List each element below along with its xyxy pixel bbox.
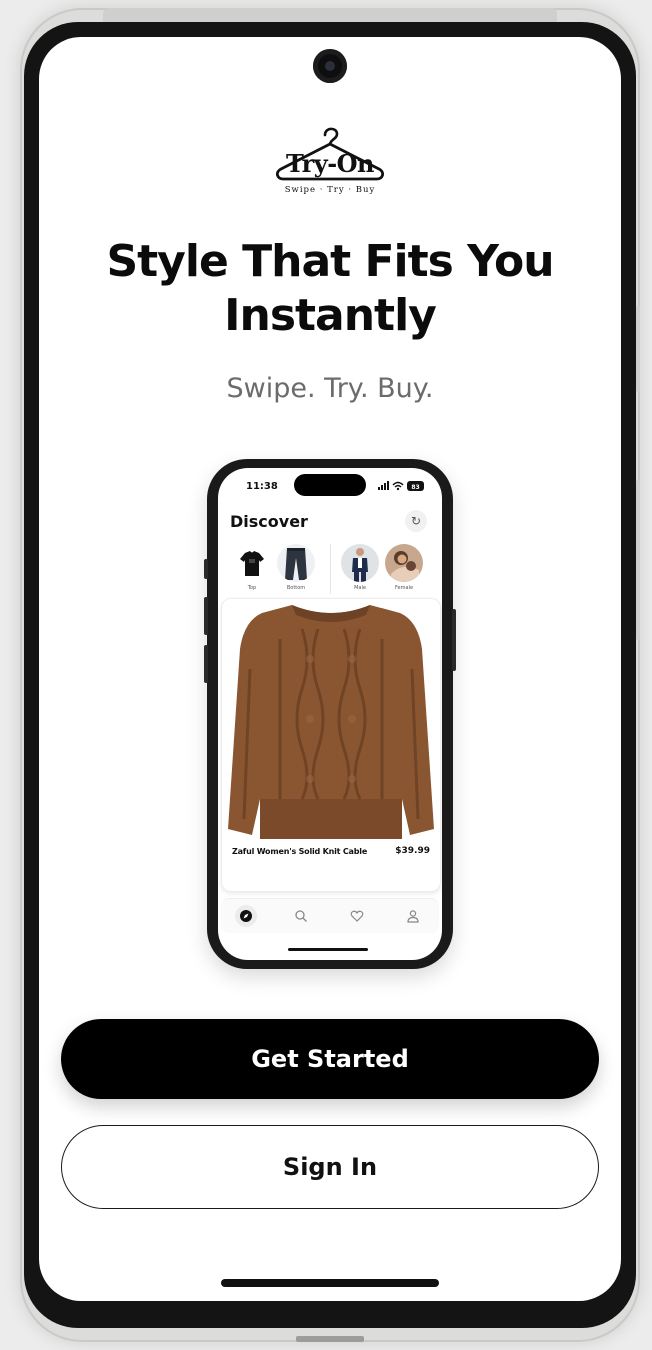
refresh-icon[interactable]: ↻	[405, 510, 427, 532]
category-label: Male	[354, 585, 366, 591]
product-image-sweater	[222, 599, 440, 839]
category-male[interactable]: Male	[340, 544, 380, 591]
battery-level: 83	[411, 484, 419, 491]
app-logo: Try-On Swipe · Try · Buy	[271, 125, 389, 199]
pants-icon	[277, 544, 315, 582]
get-started-button[interactable]: Get Started	[61, 1019, 599, 1099]
preview-side-button	[452, 609, 456, 671]
sign-in-button[interactable]: Sign In	[61, 1125, 599, 1209]
device-volume-button	[636, 306, 640, 392]
category-female[interactable]: Female	[384, 544, 424, 591]
compass-icon[interactable]	[235, 905, 257, 927]
home-indicator[interactable]	[221, 1279, 439, 1287]
female-model-icon	[385, 544, 423, 582]
product-card[interactable]: Zaful Women's Solid Knit Cable $39.99	[221, 598, 441, 892]
device-top-edge	[103, 8, 557, 22]
status-icons: 83	[378, 481, 424, 491]
device-power-button	[636, 480, 640, 640]
discover-title: Discover	[230, 512, 308, 531]
app-preview-phone: 11:38 83 Discover ↻ Top Bottom Male Fema…	[204, 459, 456, 969]
status-time: 11:38	[246, 481, 278, 492]
profile-icon[interactable]	[402, 905, 424, 927]
male-model-icon	[341, 544, 379, 582]
search-icon[interactable]	[290, 905, 312, 927]
logo-wordmark: Try-On	[285, 149, 375, 178]
product-price: $39.99	[395, 846, 430, 856]
category-divider	[330, 544, 331, 594]
preview-home-indicator	[288, 948, 368, 951]
preview-side-button	[204, 645, 208, 683]
subtitle: Swipe. Try. Buy.	[226, 373, 434, 404]
device-bottom-port	[296, 1336, 364, 1342]
page-title: Style That Fits You Instantly	[59, 235, 601, 343]
tshirt-icon	[233, 544, 271, 582]
logo-tagline: Swipe · Try · Buy	[284, 185, 376, 195]
heart-icon[interactable]	[346, 905, 368, 927]
category-label: Female	[394, 585, 414, 591]
category-top[interactable]: Top	[232, 544, 272, 591]
preview-side-button	[204, 559, 208, 579]
product-name: Zaful Women's Solid Knit Cable	[232, 847, 368, 856]
dynamic-island	[294, 474, 366, 496]
category-bottom[interactable]: Bottom	[276, 544, 316, 591]
category-label: Bottom	[286, 585, 306, 591]
app-screen: Try-On Swipe · Try · Buy Style That Fits…	[39, 37, 621, 1301]
title-line-2: Instantly	[224, 290, 437, 341]
category-label: Top	[247, 585, 257, 591]
bottom-tab-bar	[221, 898, 439, 933]
title-line-1: Style That Fits You	[106, 236, 554, 287]
front-camera	[313, 49, 347, 83]
preview-screen: 11:38 83 Discover ↻ Top Bottom Male Fema…	[218, 468, 442, 960]
preview-side-button	[204, 597, 208, 635]
